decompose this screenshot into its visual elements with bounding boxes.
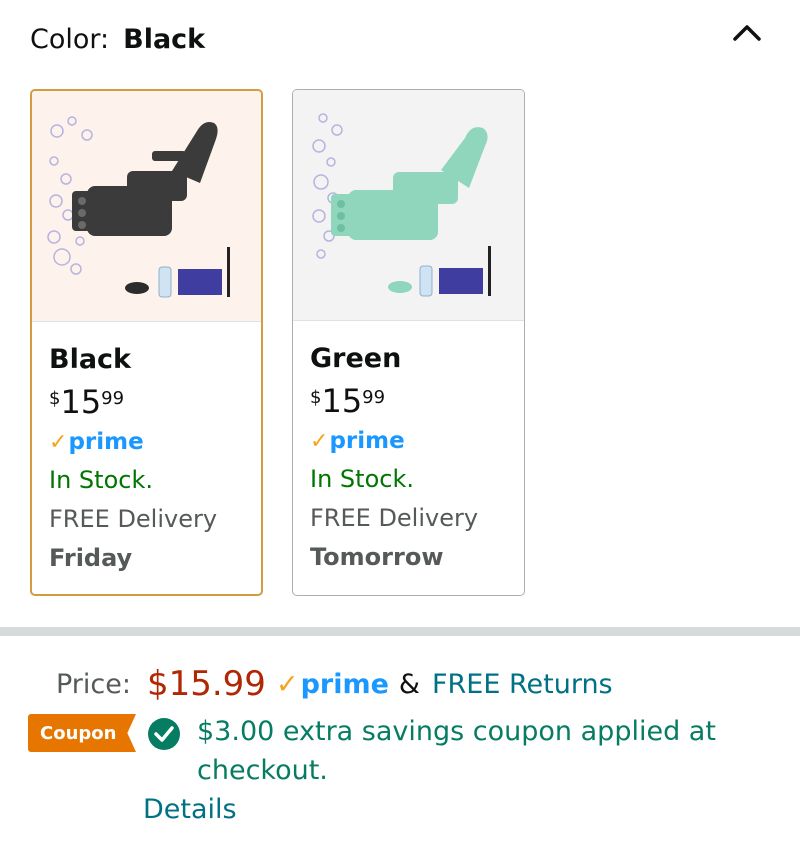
selected-color-value: Black (123, 24, 206, 55)
prime-check-icon: ✓ (275, 668, 299, 700)
swatch-price: $15 99 (49, 382, 261, 422)
section-divider (0, 627, 800, 636)
swatch-name: Green (310, 343, 402, 374)
prime-badge: ✓ prime (49, 426, 144, 458)
prime-label: prime (300, 668, 389, 700)
delivery-day: Tomorrow (310, 543, 444, 571)
color-selector-header: Color: Black (30, 22, 205, 58)
prime-check-icon: ✓ (49, 429, 68, 455)
ampersand: & (398, 668, 420, 700)
delivery-text: FREE Delivery (49, 505, 218, 533)
swatch-green[interactable]: Green $15 99 ✓ prime In Stock. FREE Delive… (292, 89, 525, 596)
swatch-price: $15 99 (310, 381, 524, 421)
stock-status: In Stock. (49, 466, 153, 494)
price-whole: 15 (321, 382, 363, 420)
price-fraction: 99 (362, 387, 386, 408)
price-fraction: 99 (101, 388, 125, 409)
price-section: Price: $15.99 ✓ prime & FREE Returns (56, 662, 613, 706)
delivery-text: FREE Delivery (310, 504, 479, 532)
swatch-black[interactable]: Black $15 99 ✓ prime In Stock. FREE Delive… (30, 89, 263, 596)
check-circle-icon (148, 718, 180, 750)
prime-badge: ✓ prime (276, 669, 389, 700)
collapse-button[interactable] (726, 14, 768, 50)
coupon-badge: Coupon (28, 714, 136, 752)
coupon-details-link[interactable]: Details (143, 790, 237, 830)
prime-label: prime (329, 428, 405, 454)
color-label: Color: (30, 24, 110, 55)
price-label: Price: (56, 668, 131, 700)
chevron-up-icon (733, 25, 761, 41)
product-image-black (32, 91, 261, 322)
swatch-name: Black (49, 344, 132, 375)
price-symbol: $ (310, 387, 322, 408)
prime-check-icon: ✓ (310, 428, 329, 454)
delivery-day: Friday (49, 544, 133, 572)
product-image-green (293, 90, 524, 321)
stock-status: In Stock. (310, 465, 414, 493)
prime-label: prime (68, 429, 144, 455)
price-whole: 15 (60, 383, 102, 421)
price-symbol: $ (49, 388, 61, 409)
prime-badge: ✓ prime (310, 425, 405, 457)
price-value: $15.99 (146, 664, 266, 704)
free-returns-link[interactable]: FREE Returns (432, 669, 613, 700)
coupon-text: $3.00 extra savings coupon applied at ch… (197, 716, 716, 786)
